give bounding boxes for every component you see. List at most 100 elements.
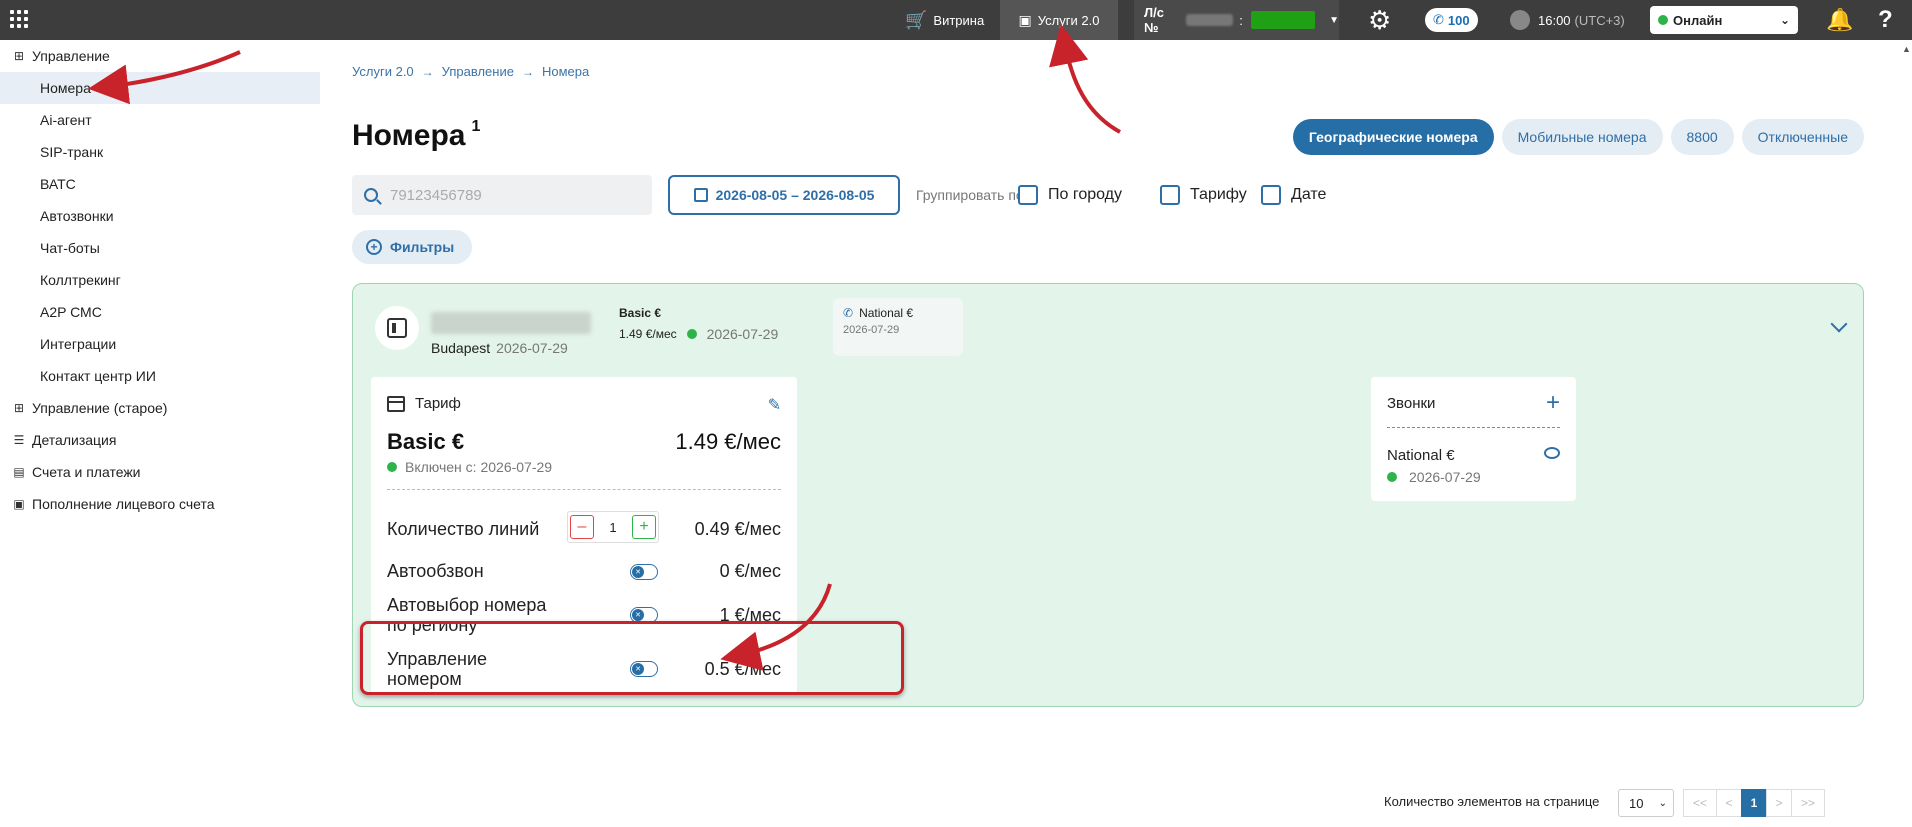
arrow-right-icon: → xyxy=(521,64,534,79)
sidebar-item-calltracking[interactable]: Коллтрекинг xyxy=(0,264,320,296)
tab-mobile-numbers[interactable]: Мобильные номера xyxy=(1501,119,1663,155)
tab-disabled[interactable]: Отключенные xyxy=(1741,119,1864,155)
title-count: 1 xyxy=(471,118,481,135)
search-placeholder: 79123456789 xyxy=(390,186,482,204)
phone-icon: ✆ xyxy=(1433,12,1444,27)
status-select[interactable]: Онлайн ⌄ xyxy=(1650,6,1798,34)
main-content: Услуги 2.0 → Управление → Номера Номера 1… xyxy=(320,40,1912,827)
chevron-down-icon[interactable] xyxy=(1830,315,1848,333)
date-range-picker[interactable]: 2026-08-05 – 2026-08-05 xyxy=(668,175,900,215)
help-icon[interactable]: ? xyxy=(1878,0,1893,40)
breadcrumb-current[interactable]: Номера xyxy=(542,64,589,79)
lines-stepper: – 1 + xyxy=(567,511,659,543)
receipt-icon: ▤ xyxy=(13,465,25,479)
tab-geo-numbers[interactable]: Географические номера xyxy=(1292,119,1494,155)
breadcrumb-link[interactable]: Услуги 2.0 xyxy=(352,64,414,79)
sidebar-item-autocalls[interactable]: Автозвонки xyxy=(0,200,320,232)
group-by-date-checkbox[interactable]: Дате xyxy=(1261,185,1326,205)
account-selector[interactable]: Л/с № : ▼ xyxy=(1134,0,1339,40)
group-by-tariff-checkbox[interactable]: Тарифу xyxy=(1160,185,1247,205)
calls-panel-title: Звонки xyxy=(1387,395,1436,412)
page-button-current[interactable]: 1 xyxy=(1741,789,1767,817)
sidebar-item-sip-trunk[interactable]: SIP-транк xyxy=(0,136,320,168)
sidebar-section-upravlenie[interactable]: ⊞ Управление xyxy=(0,40,320,72)
box-icon: ▣ xyxy=(1018,11,1032,28)
sidebar-section-invoices[interactable]: ▤ Счета и платежи xyxy=(0,456,320,488)
decrement-button[interactable]: – xyxy=(570,515,594,539)
calendar-icon xyxy=(693,188,708,202)
eye-icon[interactable] xyxy=(1544,447,1560,459)
prev-page-button[interactable]: < xyxy=(1716,789,1742,817)
sidebar-item-integrations[interactable]: Интеграции xyxy=(0,328,320,360)
uslugi-link[interactable]: ▣ Услуги 2.0 xyxy=(1000,0,1118,40)
divider xyxy=(1387,427,1560,428)
first-page-button[interactable]: << xyxy=(1683,789,1717,817)
sidebar-section-upravlenie-old[interactable]: ⊞ Управление (старое) xyxy=(0,392,320,424)
tariff-name: Basic € xyxy=(387,429,465,454)
filters-button[interactable]: + Фильтры xyxy=(352,230,473,264)
checkbox-box xyxy=(1261,185,1281,205)
chevron-down-icon: ⌄ xyxy=(1658,797,1667,809)
vitrina-link[interactable]: 🛒 Витрина xyxy=(905,0,984,40)
avatar xyxy=(1510,10,1530,30)
number-type-tabs: Географические номера Мобильные номера 8… xyxy=(1292,119,1864,155)
sidebar-section-details[interactable]: ☰ Детализация xyxy=(0,424,320,456)
scroll-up-arrow-icon[interactable]: ▲ xyxy=(1902,44,1912,54)
sidebar-item-a2p-sms[interactable]: A2P СМС xyxy=(0,296,320,328)
calls-service-date: 2026-07-29 xyxy=(1387,469,1481,485)
status-dot xyxy=(1387,472,1397,482)
active-calls-badge[interactable]: ✆ 100 xyxy=(1425,8,1478,32)
card-tariff-name: Basic € xyxy=(619,306,662,320)
close-icon: ✕ xyxy=(632,566,644,578)
search-icon xyxy=(364,188,378,202)
per-page-label: Количество элементов на странице xyxy=(1384,794,1600,809)
sidebar-item-vats[interactable]: ВАТС xyxy=(0,168,320,200)
per-page-select[interactable]: 10 ⌄ xyxy=(1618,789,1674,817)
next-page-button[interactable]: > xyxy=(1766,789,1792,817)
chevron-down-icon: ⌄ xyxy=(1779,13,1790,27)
highlight-box xyxy=(360,621,904,695)
add-icon[interactable]: + xyxy=(1546,389,1560,417)
increment-button[interactable]: + xyxy=(631,515,656,539)
status-dot xyxy=(686,329,697,339)
calls-panel: Звонки + National € 2026-07-29 xyxy=(1371,377,1576,501)
autodial-toggle[interactable]: ✕ xyxy=(630,564,658,580)
breadcrumb: Услуги 2.0 → Управление → Номера xyxy=(352,64,589,79)
card-service-chip[interactable]: ✆ National € 2026-07-29 xyxy=(833,298,963,356)
pencil-icon[interactable]: ✎ xyxy=(768,395,781,415)
group-by-city-checkbox[interactable]: По городу xyxy=(1018,185,1122,205)
checkbox-box xyxy=(1160,185,1180,205)
database-icon: ☰ xyxy=(13,433,25,447)
sidebar-section-topup[interactable]: ▣ Пополнение лицевого счета xyxy=(0,488,320,520)
last-page-button[interactable]: >> xyxy=(1791,789,1825,817)
status-dot xyxy=(387,462,397,472)
tab-8800[interactable]: 8800 xyxy=(1670,119,1734,155)
apps-grid-icon[interactable] xyxy=(8,8,30,30)
checkbox-box xyxy=(1018,185,1038,205)
search-input[interactable]: 79123456789 xyxy=(352,175,652,215)
account-number-redacted xyxy=(1185,14,1234,26)
breadcrumb-link[interactable]: Управление xyxy=(442,64,514,79)
plus-circle-icon: + xyxy=(366,239,382,255)
sidebar-item-nomera[interactable]: Номера xyxy=(0,72,320,104)
arrow-right-icon: → xyxy=(421,64,434,79)
number-city: Budapest 2026-07-29 xyxy=(431,340,568,356)
bell-icon[interactable]: 🔔 xyxy=(1826,0,1853,40)
wallet-icon: ▣ xyxy=(13,497,25,511)
sidebar-item-ai-contact-center[interactable]: Контакт центр ИИ xyxy=(0,360,320,392)
grid-icon: ⊞ xyxy=(13,49,25,63)
sidebar-item-chatbots[interactable]: Чат-боты xyxy=(0,232,320,264)
grid-icon: ⊞ xyxy=(13,401,25,415)
phone-icon: ✆ xyxy=(843,306,854,320)
close-icon: ✕ xyxy=(632,609,644,621)
desk-phone-icon xyxy=(375,306,419,350)
card-tariff-price: 1.49 €/мес 2026-07-29 xyxy=(619,326,779,342)
sidebar: ⊞ Управление Номера Ai-агент SIP-транк В… xyxy=(0,40,320,827)
gear-icon[interactable]: ⚙ xyxy=(1368,0,1391,40)
user-menu[interactable]: 16:00 (UTC+3) xyxy=(1510,0,1625,40)
sidebar-item-ai-agent[interactable]: Ai-агент xyxy=(0,104,320,136)
tariff-since: Включен с: 2026-07-29 xyxy=(387,459,552,475)
tariff-total-price: 1.49 €/мес xyxy=(675,429,781,454)
archive-icon xyxy=(387,395,405,412)
balance-redacted xyxy=(1250,11,1316,29)
